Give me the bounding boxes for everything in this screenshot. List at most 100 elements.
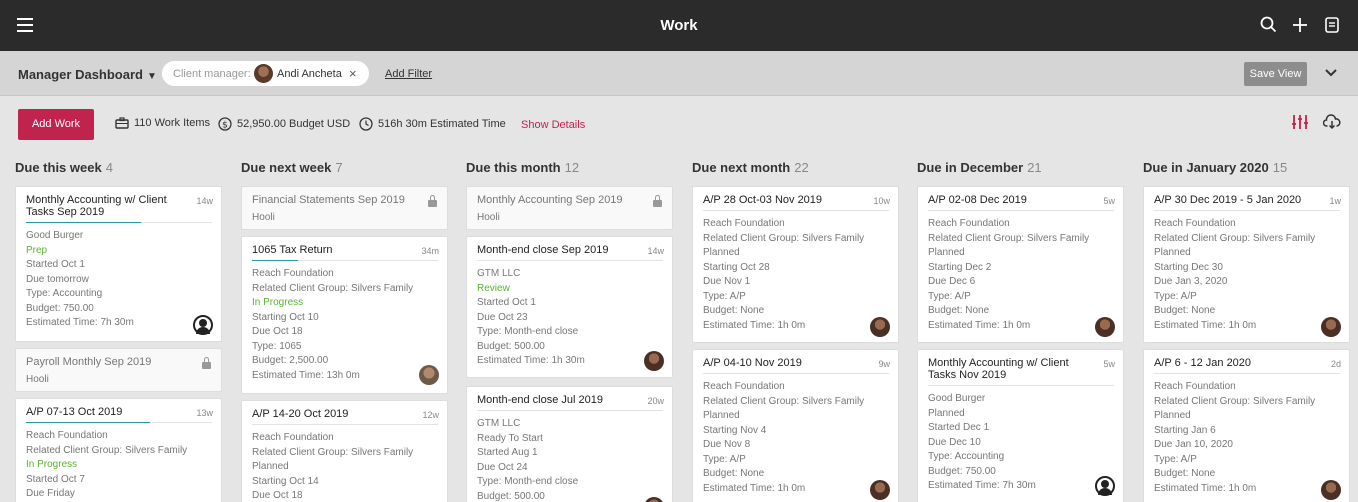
card-start: Started Oct 1 [477,297,536,308]
avatar[interactable] [193,315,213,335]
chevron-down-icon[interactable] [1325,68,1337,78]
work-card[interactable]: A/P 02-08 Dec 2019 5w Reach Foundation R… [917,186,1124,343]
avatar[interactable] [1095,476,1115,496]
avatar[interactable] [1095,317,1115,337]
work-card[interactable]: A/P 6 - 12 Jan 2020 2d Reach Foundation … [1143,349,1350,502]
work-card[interactable]: Monthly Accounting Sep 2019 Hooli [466,186,673,230]
card-client: GTM LLC [477,418,521,429]
card-start: Started Oct 7 [26,473,85,485]
card-budget: Budget: None [703,468,765,479]
card-due: Due Dec 10 [928,436,981,448]
notes-icon[interactable] [1322,15,1342,35]
progress-bar [26,422,150,423]
card-group: Related Client Group: Silvers Family [703,232,865,244]
clock-icon [359,117,373,131]
card-status: Review [477,282,510,294]
column-count: 7 [335,160,343,175]
work-card[interactable]: A/P 07-13 Oct 2019 13w Reach Foundation … [15,398,222,502]
card-type: Type: A/P [703,453,746,465]
column-due-in-january-2020: Due in January 2020 15 A/P 30 Dec 2019 - … [1143,160,1351,502]
avatar[interactable] [1321,480,1341,500]
sliders-icon[interactable] [1291,114,1309,130]
card-type: Type: Accounting [928,451,1005,462]
work-card[interactable]: Monthly Accounting w/ Client Tasks Nov 2… [917,349,1124,502]
card-group: Related Client Group: Silvers Family [1154,395,1316,407]
dollar-icon: $ [218,117,232,131]
card-start: Started Oct 1 [26,259,85,270]
card-status: Planned [703,247,740,258]
work-card[interactable]: Payroll Monthly Sep 2019 Hooli [15,348,222,392]
card-group: Related Client Group: Silvers Family [252,446,414,458]
work-card[interactable]: Financial Statements Sep 2019 Hooli [241,186,448,230]
card-group: Related Client Group: Silvers Family [26,444,188,456]
view-selector[interactable]: Manager Dashboard ▼ [18,67,157,82]
card-title: A/P 14-20 Oct 2019 [252,408,438,425]
avatar[interactable] [419,365,439,385]
card-estimate: Estimated Time: 1h 0m [1154,319,1257,331]
card-start: Starting Dec 2 [928,261,992,273]
column-header: Due this month 12 [466,160,674,178]
card-budget: Budget: None [928,305,990,316]
avatar[interactable] [870,317,890,337]
card-start: Started Dec 1 [928,422,990,433]
card-status: Ready To Start [477,432,543,444]
filter-chip[interactable]: Client manager: Andi Ancheta × [162,61,369,86]
avatar[interactable] [870,480,890,500]
card-status: Planned [252,461,289,472]
card-title: A/P 02-08 Dec 2019 [928,194,1114,211]
card-start: Started Aug 1 [477,447,538,458]
work-card[interactable]: A/P 28 Oct-03 Nov 2019 10w Reach Foundat… [692,186,899,343]
card-group: Related Client Group: Silvers Family [1154,232,1316,244]
work-card[interactable]: Month-end close Sep 2019 14w GTM LLC Rev… [466,236,673,378]
card-type: Type: A/P [928,290,971,302]
cloud-download-icon[interactable] [1323,114,1341,130]
avatar[interactable] [1321,317,1341,337]
work-card[interactable]: Month-end close Jul 2019 20w GTM LLC Rea… [466,386,673,502]
avatar[interactable] [644,351,664,371]
card-client: Reach Foundation [703,381,785,392]
card-title: Financial Statements Sep 2019 [252,194,405,206]
work-card[interactable]: A/P 14-20 Oct 2019 12w Reach Foundation … [241,400,448,502]
work-card[interactable]: A/P 04-10 Nov 2019 9w Reach Foundation R… [692,349,899,502]
card-start: Starting Oct 10 [252,311,319,323]
card-client: Hooli [477,212,500,223]
add-work-button[interactable]: Add Work [18,109,94,140]
card-title: Payroll Monthly Sep 2019 [26,356,152,368]
column-header: Due next month 22 [692,160,900,178]
close-icon[interactable]: × [349,66,357,81]
show-details-link[interactable]: Show Details [521,119,585,131]
card-type: Type: Month-end close [477,326,579,337]
plus-icon[interactable] [1290,15,1310,35]
card-title-text: A/P 07-13 Oct 2019 [26,406,123,418]
filter-chip-value: Andi Ancheta [277,68,342,80]
duration-badge: 12w [422,410,439,420]
card-budget: Budget: 500.00 [477,340,545,352]
duration-badge: 9w [878,359,890,369]
card-group: Related Client Group: Silvers Family [928,232,1090,244]
card-due: Due Nov 8 [703,439,751,450]
search-icon[interactable] [1259,15,1279,35]
card-type: Type: A/P [703,290,746,302]
save-view-button[interactable]: Save View [1244,62,1307,86]
card-title: Monthly Accounting Sep 2019 [477,194,623,206]
column-count: 12 [564,160,580,175]
work-card[interactable]: 1065 Tax Return 34m Reach Foundation Rel… [241,236,448,394]
column-header: Due next week 7 [241,160,449,178]
card-status: Planned [1154,247,1191,258]
card-type: Type: A/P [1154,453,1197,465]
card-status: In Progress [252,297,304,308]
duration-badge: 5w [1103,359,1115,369]
card-title: A/P 6 - 12 Jan 2020 [1154,357,1340,374]
card-estimate: Estimated Time: 1h 0m [703,482,806,494]
duration-badge: 5w [1103,196,1115,206]
work-items-count: 110 Work Items [134,117,211,129]
column-due-next-month: Due next month 22 A/P 28 Oct-03 Nov 2019 … [692,160,900,502]
card-client: GTM LLC [477,268,521,279]
add-filter-link[interactable]: Add Filter [385,68,432,80]
card-estimate: Estimated Time: 7h 30m [928,480,1036,491]
card-type: Type: Accounting [26,288,103,299]
work-card[interactable]: Monthly Accounting w/ Client Tasks Sep 2… [15,186,222,342]
card-status: Planned [1154,410,1191,421]
work-card[interactable]: A/P 30 Dec 2019 - 5 Jan 2020 1w Reach Fo… [1143,186,1350,343]
card-budget: Budget: None [1154,468,1216,479]
